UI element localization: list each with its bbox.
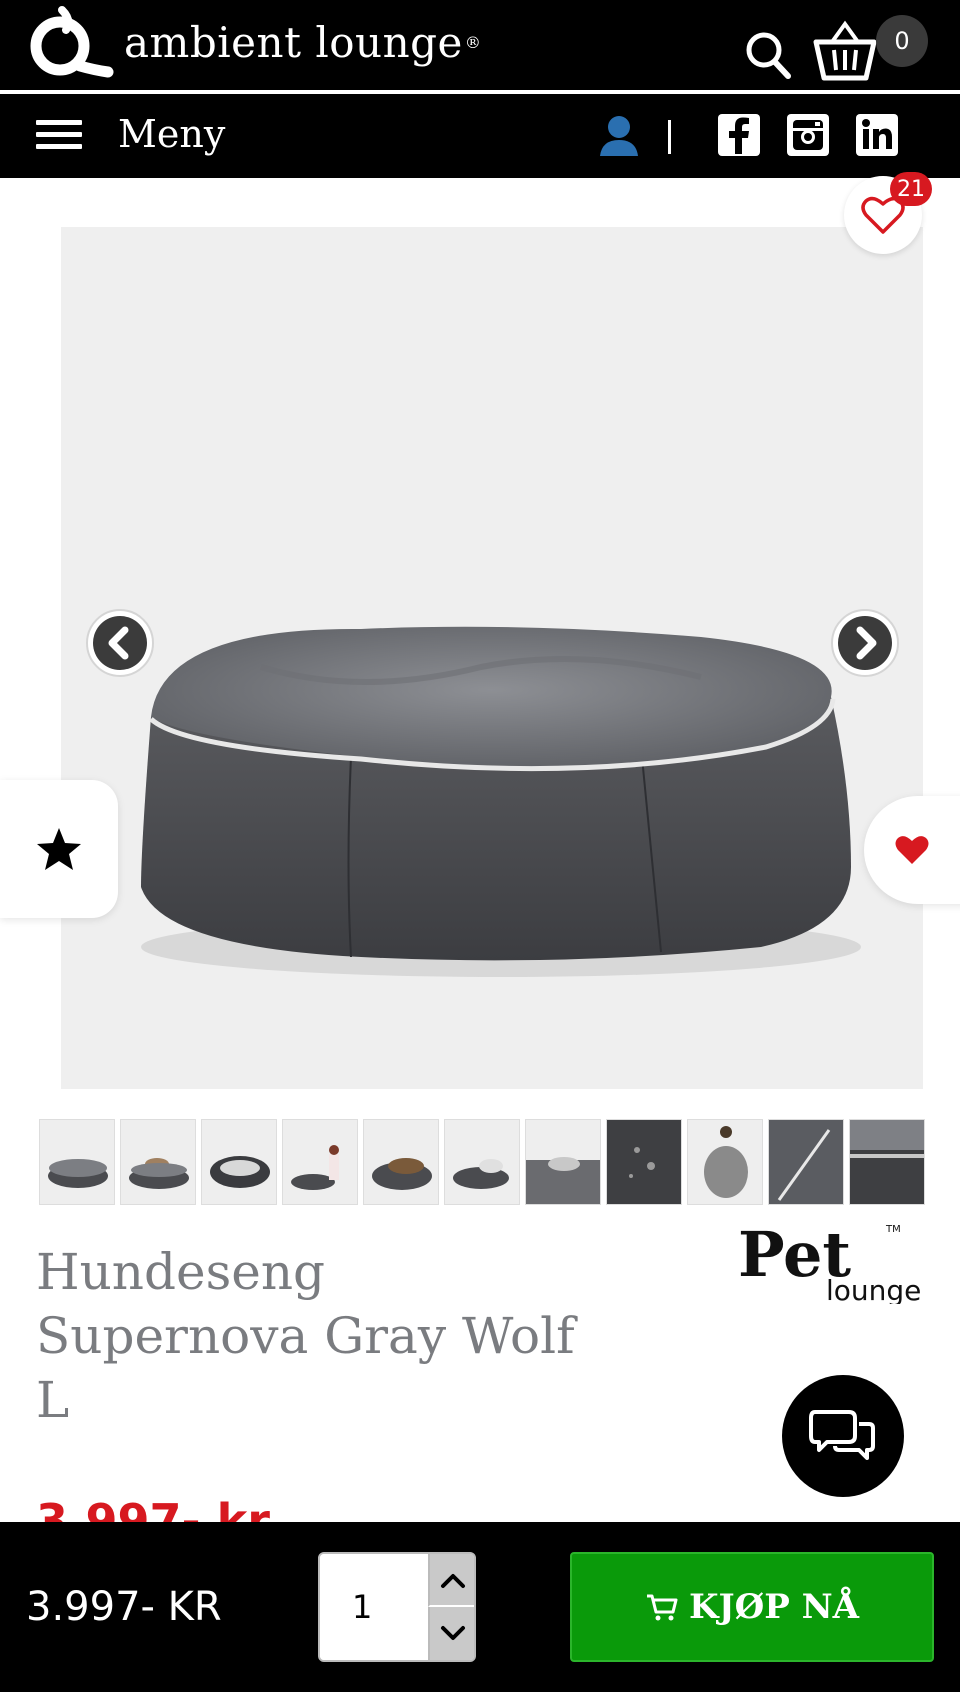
cart-icon — [646, 1594, 678, 1621]
registered-mark: ® — [464, 32, 481, 52]
facebook-icon — [729, 117, 749, 154]
instagram-link[interactable] — [787, 114, 829, 156]
product-title: Hundeseng Supernova Gray Wolf L — [36, 1243, 575, 1429]
linkedin-icon — [862, 119, 892, 149]
quantity-increase-button[interactable] — [428, 1554, 474, 1607]
chat-button[interactable] — [782, 1375, 904, 1497]
brand-name: ambient lounge — [124, 17, 463, 67]
pet-lounge-logo: Pet lounge TM — [736, 1218, 924, 1307]
search-icon — [746, 32, 791, 79]
buy-now-label: KJØP NÅ — [688, 1587, 860, 1627]
chevron-up-icon — [441, 1573, 465, 1588]
brand-logo-link[interactable]: ambient lounge ® — [22, 6, 481, 78]
hamburger-line — [36, 120, 82, 125]
svg-text:lounge: lounge — [826, 1274, 921, 1304]
star-icon — [37, 828, 81, 870]
pet-lounge-logo-icon: Pet lounge TM — [738, 1218, 921, 1307]
dog-bed-image — [141, 626, 861, 977]
thumbnail[interactable] — [201, 1119, 277, 1205]
instagram-icon — [793, 120, 823, 150]
buy-now-button[interactable]: KJØP NÅ — [570, 1552, 934, 1662]
cart-button[interactable] — [812, 20, 878, 82]
product-main-image[interactable] — [61, 227, 923, 1089]
quantity-decrease-button[interactable] — [428, 1607, 474, 1660]
previous-image-button[interactable] — [86, 609, 154, 677]
thumbnail[interactable] — [444, 1119, 520, 1205]
hamburger-line — [36, 132, 82, 137]
basket-icon — [813, 20, 877, 81]
menu-label[interactable]: Meny — [118, 112, 225, 156]
ambient-lounge-logo-icon — [30, 6, 114, 78]
facebook-link[interactable] — [718, 114, 760, 156]
heart-icon — [895, 836, 929, 864]
thumbnail[interactable] — [120, 1119, 196, 1205]
search-button[interactable] — [744, 30, 792, 80]
sticky-buy-bar: 3.997- KR KJØP NÅ — [0, 1522, 960, 1692]
quantity-stepper — [318, 1552, 476, 1662]
sticky-price: 3.997- KR — [26, 1584, 222, 1630]
reviews-tab[interactable] — [0, 780, 118, 918]
account-button[interactable] — [598, 114, 640, 158]
user-icon — [600, 116, 638, 156]
chevron-right-icon — [838, 616, 892, 670]
thumbnail[interactable] — [849, 1119, 925, 1205]
wishlist-count-badge: 21 — [890, 172, 932, 206]
thumbnail[interactable] — [363, 1119, 439, 1205]
top-header: ambient lounge ® 0 — [0, 0, 960, 93]
chevron-left-icon — [93, 616, 147, 670]
thumbnail[interactable] — [687, 1119, 763, 1205]
menu-bar: Meny — [0, 94, 960, 178]
svg-text:TM: TM — [885, 1224, 901, 1235]
next-image-button[interactable] — [831, 609, 899, 677]
menu-separator — [668, 120, 671, 154]
header-divider — [0, 91, 960, 93]
thumbnail[interactable] — [768, 1119, 844, 1205]
thumbnail[interactable] — [282, 1119, 358, 1205]
thumbnail-strip — [39, 1119, 930, 1205]
thumbnail[interactable] — [39, 1119, 115, 1205]
thumbnail[interactable] — [606, 1119, 682, 1205]
chevron-down-icon — [441, 1625, 465, 1640]
quantity-input[interactable] — [320, 1554, 428, 1660]
cart-count-badge: 0 — [876, 15, 928, 67]
thumbnail[interactable] — [525, 1119, 601, 1205]
chat-bubbles-icon — [809, 1410, 875, 1460]
hamburger-menu-button[interactable] — [36, 120, 82, 150]
linkedin-link[interactable] — [856, 114, 898, 156]
hamburger-line — [36, 144, 82, 149]
